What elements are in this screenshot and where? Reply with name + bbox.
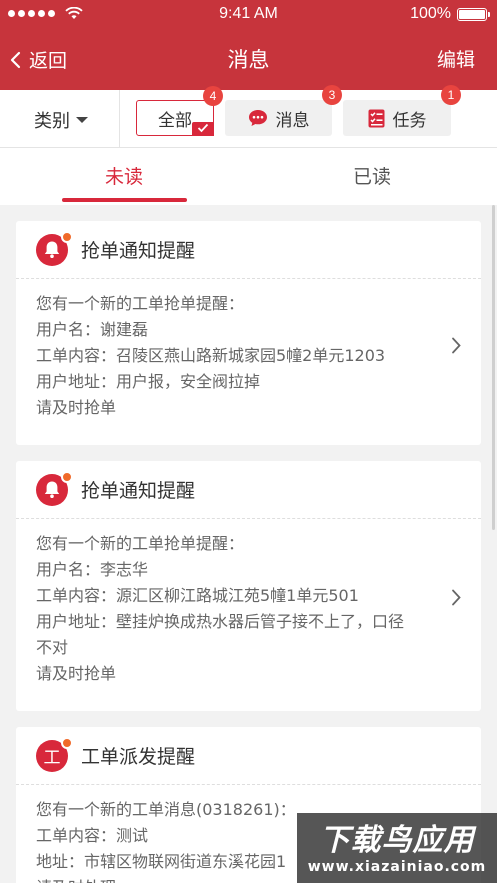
watermark-url: www.xiazainiao.com	[307, 859, 487, 875]
edit-button[interactable]: 编辑	[437, 45, 475, 72]
watermark-title: 下载鸟应用	[319, 823, 475, 858]
filter-chip-task[interactable]: 任务 1	[343, 85, 461, 136]
chip-label: 消息	[275, 110, 310, 131]
watermark: 下载鸟应用 www.xiazainiao.com	[297, 813, 497, 883]
card-line: 用户名：李志华	[36, 560, 149, 579]
selected-check-icon	[192, 122, 214, 136]
back-button[interactable]: 返回	[10, 46, 67, 73]
work-order-icon: 工	[36, 736, 73, 772]
card-body: 您有一个新的工单抢单提醒： 用户名：李志华 工单内容：源汇区柳江路城江苑5幢1单…	[16, 519, 481, 699]
unread-dot	[61, 230, 73, 243]
card-line: 您有一个新的工单抢单提醒：	[36, 294, 245, 313]
card-line: 不对	[36, 638, 69, 657]
filter-bar: 类别 全部 4 消息 3 任务 1	[0, 85, 497, 148]
chevron-right-icon	[452, 589, 461, 606]
card-header: 工 工单派发提醒	[16, 727, 481, 785]
unread-dot	[61, 470, 73, 483]
card-header: 抢单通知提醒	[16, 461, 481, 519]
card-title: 抢单通知提醒	[81, 480, 196, 502]
chip-label: 全部	[158, 110, 192, 131]
category-dropdown[interactable]: 类别	[34, 107, 88, 133]
count-badge: 4	[203, 86, 223, 106]
page-title: 消息	[227, 48, 270, 72]
message-card[interactable]: 抢单通知提醒 您有一个新的工单抢单提醒： 用户名：谢建磊 工单内容：召陵区燕山路…	[16, 221, 481, 445]
card-line: 用户名：谢建磊	[36, 320, 149, 339]
filter-chip-message[interactable]: 消息 3	[225, 85, 342, 136]
status-right: 100%	[410, 5, 490, 23]
battery-icon	[457, 7, 490, 21]
count-badge: 1	[441, 85, 461, 105]
card-title: 工单派发提醒	[81, 746, 196, 768]
chip-label: 任务	[392, 110, 427, 131]
bell-icon	[36, 230, 73, 266]
card-line: 您有一个新的工单抢单提醒：	[36, 534, 245, 553]
icon-glyph: 工	[43, 748, 61, 768]
card-line: 用户地址：壁挂炉换成热水器后管子接不上了，口径	[36, 612, 405, 631]
card-title: 抢单通知提醒	[81, 240, 196, 262]
filter-chip-all[interactable]: 全部 4	[136, 86, 223, 136]
bell-icon	[36, 470, 73, 506]
message-card[interactable]: 抢单通知提醒 您有一个新的工单抢单提醒： 用户名：李志华 工单内容：源汇区柳江路…	[16, 461, 481, 711]
card-line: 工单内容：源汇区柳江路城江苑5幢1单元501	[36, 586, 359, 605]
chevron-right-icon	[452, 337, 461, 354]
nav-bar: 返回 消息 编辑	[0, 28, 497, 90]
active-tab-indicator	[62, 198, 187, 202]
category-label: 类别	[34, 111, 70, 132]
card-line: 工单内容：召陵区燕山路新城家园5幢2单元1203	[36, 346, 386, 365]
caret-down-icon	[76, 117, 88, 123]
card-line: 用户地址：用户报，安全阀拉掉	[36, 372, 261, 391]
scrollbar[interactable]	[492, 205, 495, 530]
read-status-tabs: 未读 已读	[0, 148, 497, 205]
card-body: 您有一个新的工单抢单提醒： 用户名：谢建磊 工单内容：召陵区燕山路新城家园5幢2…	[16, 279, 481, 433]
unread-dot	[61, 736, 73, 749]
chat-bubble-icon	[248, 110, 267, 126]
tab-unread[interactable]: 未读	[44, 162, 204, 189]
back-label: 返回	[29, 50, 68, 72]
tab-read[interactable]: 已读	[292, 162, 452, 189]
chevron-left-icon	[10, 51, 21, 68]
task-list-icon	[368, 109, 384, 127]
card-line: 请及时抢单	[36, 664, 117, 683]
message-list: 抢单通知提醒 您有一个新的工单抢单提醒： 用户名：谢建磊 工单内容：召陵区燕山路…	[0, 205, 497, 883]
card-header: 抢单通知提醒	[16, 221, 481, 279]
card-line: 请及时抢单	[36, 398, 117, 417]
count-badge: 3	[322, 85, 342, 105]
status-bar: 9:41 AM 100%	[0, 0, 497, 28]
divider	[119, 90, 120, 148]
battery-percent: 100%	[410, 5, 451, 22]
